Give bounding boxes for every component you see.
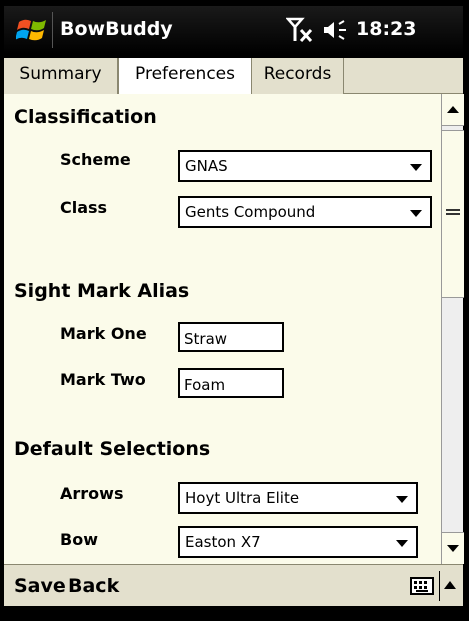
bow-dropdown[interactable]: Easton X7 (178, 526, 418, 558)
arrows-dropdown[interactable]: Hoyt Ultra Elite (178, 482, 418, 514)
class-label: Class (60, 198, 108, 217)
windows-start-icon[interactable] (16, 14, 48, 46)
class-value: Gents Compound (185, 203, 316, 221)
mark-two-label: Mark Two (60, 370, 146, 389)
classification-header: Classification (14, 106, 157, 128)
scheme-value: GNAS (185, 157, 228, 175)
tab-strip: Summary Preferences Records (4, 58, 463, 95)
arrow-down-icon (447, 545, 459, 552)
app-title: BowBuddy (60, 18, 173, 40)
scheme-dropdown[interactable]: GNAS (178, 150, 432, 182)
sight-mark-alias-header: Sight Mark Alias (14, 280, 190, 302)
chevron-down-icon (396, 496, 408, 503)
scroll-up-button[interactable] (442, 94, 464, 126)
clock[interactable]: 18:23 (356, 18, 416, 40)
preferences-panel: Classification Scheme GNAS Class Gents C… (4, 94, 441, 564)
arrows-value: Hoyt Ultra Elite (185, 489, 300, 507)
tab-records[interactable]: Records (252, 58, 344, 94)
arrow-up-icon (447, 106, 459, 113)
scroll-down-button[interactable] (442, 532, 464, 564)
mark-one-label: Mark One (60, 324, 147, 343)
volume-icon[interactable] (322, 18, 350, 42)
back-button[interactable]: Back (68, 575, 119, 597)
mark-two-value: Foam (184, 376, 226, 394)
menu-bar: Save Back (4, 564, 463, 606)
scheme-label: Scheme (60, 150, 131, 169)
class-dropdown[interactable]: Gents Compound (178, 196, 432, 228)
tab-summary[interactable]: Summary (4, 58, 118, 94)
chevron-down-icon (396, 540, 408, 547)
menu-separator (439, 571, 440, 601)
scroll-thumb[interactable] (442, 130, 464, 298)
title-bar: BowBuddy 18:23 (4, 6, 463, 54)
chevron-down-icon (410, 164, 422, 171)
no-signal-icon[interactable] (286, 16, 318, 44)
save-button[interactable]: Save (14, 575, 66, 597)
bow-value: Easton X7 (185, 533, 261, 551)
tab-preferences[interactable]: Preferences (118, 58, 252, 95)
mark-one-value: Straw (184, 330, 228, 348)
keyboard-icon[interactable] (410, 576, 434, 596)
grip-icon (446, 209, 460, 219)
bow-label: Bow (60, 530, 98, 549)
chevron-down-icon (410, 210, 422, 217)
input-panel-arrow-icon[interactable] (444, 581, 456, 589)
title-separator (52, 12, 53, 48)
vertical-scrollbar[interactable] (441, 94, 464, 564)
arrows-label: Arrows (60, 484, 124, 503)
mark-one-field[interactable]: Straw (178, 322, 284, 352)
mark-two-field[interactable]: Foam (178, 368, 284, 398)
default-selections-header: Default Selections (14, 438, 211, 460)
pocket-pc-screen: BowBuddy 18:23 Summary Preferences Recor… (0, 0, 469, 621)
